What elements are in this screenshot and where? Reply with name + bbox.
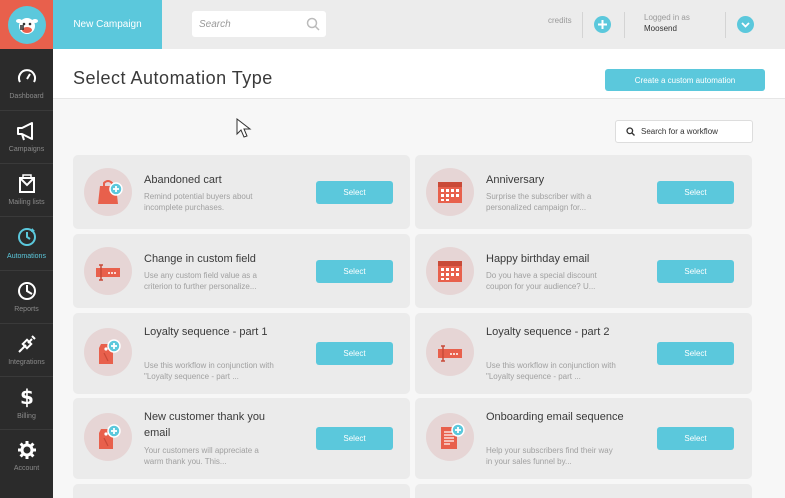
gear-icon	[17, 440, 36, 459]
workflow-card-loyalty-sequence-part-1: Loyalty sequence - part 1 Use this workf…	[73, 313, 410, 394]
search-icon[interactable]	[306, 17, 320, 31]
select-button[interactable]: Select	[657, 260, 734, 283]
text-field-icon	[84, 247, 132, 295]
workflow-card-abandoned-cart: Abandoned cart Remind potential buyers a…	[73, 155, 410, 229]
gauge-icon	[17, 68, 36, 82]
sidebar-item-label: Reports	[14, 305, 39, 313]
sidebar-item-label: Mailing lists	[8, 198, 45, 206]
workflow-card-anniversary: Anniversary Surprise the subscriber with…	[415, 155, 752, 229]
select-button[interactable]: Select	[316, 427, 393, 450]
sidebar-item-label: Integrations	[8, 358, 45, 366]
card-title: Anniversary	[486, 174, 545, 186]
workflow-search-input[interactable]	[641, 127, 751, 136]
shopping-bag-icon	[84, 168, 132, 216]
sidebar-item-campaigns[interactable]: Campaigns	[0, 110, 53, 163]
workflow-card-change-in-custom-field: Change in custom field Use any custom fi…	[73, 234, 410, 308]
sidebar-item-label: Campaigns	[8, 145, 45, 153]
clock-icon	[17, 227, 36, 246]
chevron-down-icon	[741, 21, 750, 28]
select-button[interactable]: Select	[657, 427, 734, 450]
card-title: Loyalty sequence - part 2	[486, 326, 610, 338]
card-title: New customer thank you email	[144, 411, 266, 439]
add-credits-button[interactable]	[594, 16, 611, 33]
card-title: Change in custom field	[144, 253, 256, 265]
search-input[interactable]	[192, 11, 302, 37]
select-button[interactable]: Select	[316, 260, 393, 283]
document-icon	[426, 413, 474, 461]
card-title: Loyalty sequence - part 1	[144, 326, 268, 338]
card-title: Abandoned cart	[144, 174, 222, 186]
pie-chart-icon	[17, 281, 36, 300]
sidebar-item-label: Dashboard	[9, 92, 44, 100]
workflow-card-partial	[415, 484, 752, 498]
megaphone-icon	[16, 121, 33, 140]
mouse-cursor-icon	[236, 118, 252, 138]
workflow-card-partial	[73, 484, 410, 498]
card-description: Help your subscribers find their way in …	[486, 446, 613, 466]
text-field-icon	[426, 328, 474, 376]
sidebar-item-mailing-lists[interactable]: Mailing lists	[0, 163, 53, 216]
card-description: Do you have a special discount coupon fo…	[486, 271, 597, 291]
calendar-icon	[426, 168, 474, 216]
sidebar-item-integrations[interactable]: Integrations	[0, 323, 53, 376]
calendar-icon	[426, 247, 474, 295]
card-description: Remind potential buyers about incomplete…	[144, 192, 253, 212]
create-custom-automation-button[interactable]: Create a custom automation	[605, 69, 765, 91]
topbar: New Campaign credits Logged in as Moosen…	[53, 0, 785, 49]
card-title: Happy birthday email	[486, 253, 590, 265]
select-button[interactable]: Select	[657, 342, 734, 365]
new-campaign-button[interactable]: New Campaign	[53, 0, 162, 49]
card-description: Surprise the subscriber with a personali…	[486, 192, 592, 212]
sidebar-item-automations[interactable]: Automations	[0, 216, 53, 269]
plug-icon	[17, 334, 36, 353]
logged-in-label: Logged in as	[644, 13, 690, 22]
sidebar-item-account[interactable]: Account	[0, 429, 53, 482]
card-description: Use this workflow in conjunction with "L…	[144, 361, 274, 381]
page-title: Select Automation Type	[73, 68, 273, 88]
sidebar-item-billing[interactable]: $ Billing	[0, 376, 53, 429]
select-button[interactable]: Select	[657, 181, 734, 204]
envelope-icon	[18, 173, 35, 193]
workflow-card-new-customer-thank-you-email: New customer thank you email Your custom…	[73, 398, 410, 479]
dollar-icon: $	[20, 386, 34, 408]
plus-icon	[598, 20, 607, 29]
tag-icon	[84, 328, 132, 376]
sidebar: Dashboard Campaigns Mailing lists Automa…	[0, 0, 53, 498]
sidebar-item-dashboard[interactable]: Dashboard	[0, 57, 53, 110]
cow-logo-icon	[7, 5, 46, 44]
workflow-card-happy-birthday-email: Happy birthday email Do you have a speci…	[415, 234, 752, 308]
search-icon	[626, 127, 635, 136]
card-title: Onboarding email sequence	[486, 411, 624, 423]
search-box	[192, 11, 326, 37]
select-button[interactable]: Select	[316, 342, 393, 365]
credits-label: credits	[548, 16, 572, 25]
workflow-search	[615, 120, 753, 143]
logo[interactable]	[0, 0, 53, 49]
card-description: Use any custom field value as a criterio…	[144, 271, 257, 291]
username: Moosend	[644, 24, 677, 33]
workflow-card-onboarding-email-sequence: Onboarding email sequence Help your subs…	[415, 398, 752, 479]
card-description: Use this workflow in conjunction with "L…	[486, 361, 616, 381]
workflow-card-loyalty-sequence-part-2: Loyalty sequence - part 2 Use this workf…	[415, 313, 752, 394]
select-button[interactable]: Select	[316, 181, 393, 204]
sidebar-item-label: Account	[13, 464, 40, 472]
card-description: Your customers will appreciate a warm th…	[144, 446, 259, 466]
page-header: Select Automation Type Create a custom a…	[53, 49, 785, 99]
svg-text:$: $	[20, 386, 34, 408]
tag-icon	[84, 413, 132, 461]
sidebar-item-label: Billing	[17, 412, 36, 420]
sidebar-item-label: Automations	[7, 252, 46, 260]
sidebar-item-reports[interactable]: Reports	[0, 270, 53, 323]
account-menu-button[interactable]	[737, 16, 754, 33]
